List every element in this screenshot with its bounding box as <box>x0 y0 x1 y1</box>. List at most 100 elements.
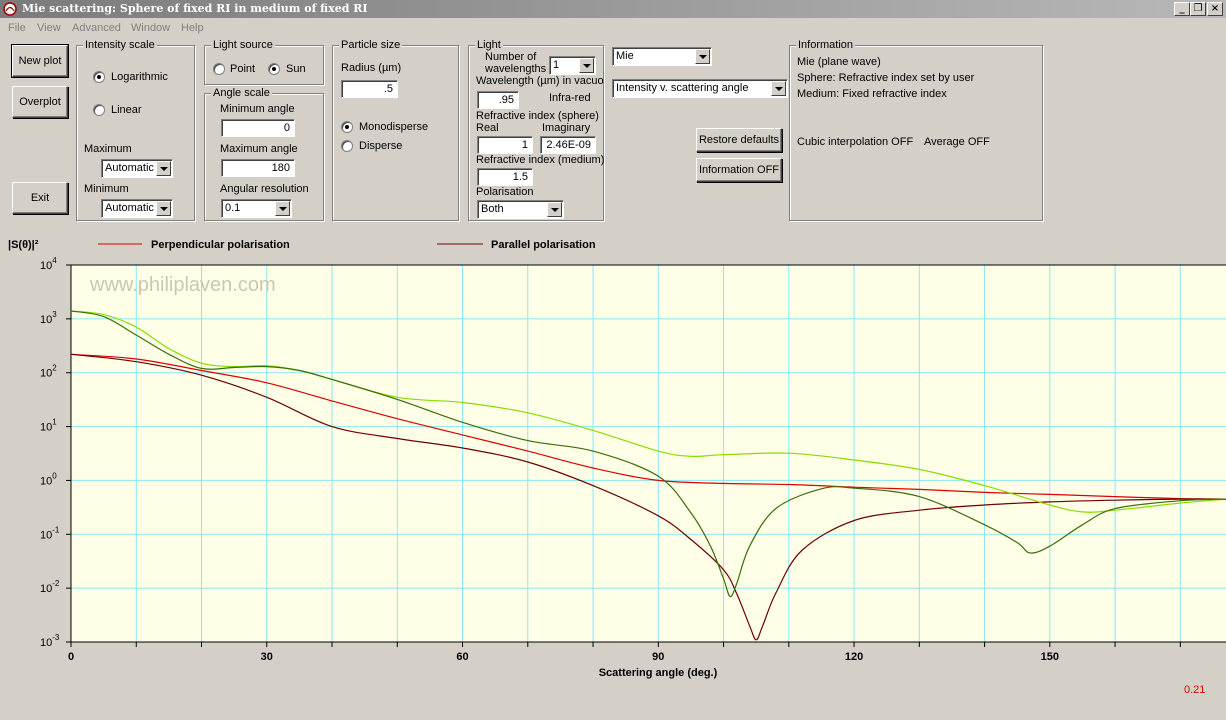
ri-real-input[interactable]: 1 <box>477 136 533 154</box>
minimum-select[interactable]: Automatic <box>101 199 173 218</box>
x-tick-label: 150 <box>1041 651 1059 663</box>
watermark: www.philiplaven.com <box>89 274 276 296</box>
y-tick-label: 10-1 <box>40 525 60 541</box>
chevron-down-icon[interactable] <box>771 81 786 96</box>
y-tick-label: 101 <box>40 418 57 434</box>
intensity-scale-legend: Intensity scale <box>83 39 157 51</box>
light-source-legend: Light source <box>211 39 275 51</box>
angular-resolution-select[interactable]: 0.1 <box>221 199 292 218</box>
information-legend: Information <box>796 39 856 51</box>
polarisation-label: Polarisation <box>476 186 534 198</box>
particle-size-legend: Particle size <box>339 39 403 51</box>
theory-select[interactable]: Mie <box>612 47 712 66</box>
disperse-label: Disperse <box>359 140 403 152</box>
angle-scale-legend: Angle scale <box>211 87 272 99</box>
radius-input[interactable]: .5 <box>341 80 398 98</box>
legend-parallel-label: Parallel polarisation <box>491 239 596 251</box>
x-tick-label: 60 <box>456 651 468 663</box>
num-wavelengths-select[interactable]: 1 <box>549 56 596 75</box>
point-radio[interactable] <box>213 63 225 75</box>
y-tick-label: 103 <box>40 310 57 326</box>
point-label: Point <box>230 63 256 75</box>
imaginary-label: Imaginary <box>542 122 591 134</box>
information-off-button[interactable]: Information OFF <box>696 158 782 182</box>
x-tick-label: 120 <box>845 651 863 663</box>
minimum-label: Minimum <box>84 183 129 195</box>
restore-defaults-button[interactable]: Restore defaults <box>696 128 782 152</box>
ri-medium-label: Refractive index (medium) <box>476 154 605 166</box>
particle-size-group: Particle size Radius (µm) .5 Monodispers… <box>332 39 459 221</box>
title-bar: Mie scattering: Sphere of fixed RI in me… <box>0 0 1226 18</box>
min-angle-label: Minimum angle <box>220 103 295 115</box>
plot-type-select[interactable]: Intensity v. scattering angle <box>612 79 788 98</box>
app-icon <box>3 2 17 16</box>
maximum-label: Maximum <box>84 143 132 155</box>
y-tick-label: 102 <box>40 364 57 380</box>
linear-radio[interactable] <box>93 104 105 116</box>
y-tick-label: 10-3 <box>40 633 60 649</box>
scattering-plot: |S(θ)|² Perpendicular polarisation Paral… <box>8 239 1226 696</box>
info-line-2: Sphere: Refractive index set by user <box>797 72 975 84</box>
menu-file[interactable]: File <box>8 22 26 34</box>
y-axis-label: |S(θ)|² <box>8 239 39 251</box>
x-axis-label: Scattering angle (deg.) <box>599 667 718 679</box>
wavelength-input[interactable]: .95 <box>477 91 519 109</box>
ri-medium-input[interactable]: 1.5 <box>477 168 533 186</box>
info-line-1: Mie (plane wave) <box>797 56 881 68</box>
max-angle-input[interactable]: 180 <box>221 159 295 177</box>
angular-resolution-label: Angular resolution <box>220 183 309 195</box>
information-group: Information Mie (plane wave) Sphere: Ref… <box>789 39 1043 221</box>
disperse-radio[interactable] <box>341 140 353 152</box>
window-title: Mie scattering: Sphere of fixed RI in me… <box>22 2 368 15</box>
max-angle-label: Maximum angle <box>220 143 298 155</box>
legend-perpendicular-label: Perpendicular polarisation <box>151 239 290 251</box>
logarithmic-label: Logarithmic <box>111 71 168 83</box>
cubic-interpolation-status: Cubic interpolation OFF <box>797 136 914 148</box>
linear-label: Linear <box>111 104 142 116</box>
menu-bar: File View Advanced Window Help <box>0 19 1226 37</box>
chevron-down-icon[interactable] <box>156 161 171 176</box>
ri-sphere-label: Refractive index (sphere) <box>476 110 599 122</box>
logarithmic-radio[interactable] <box>93 71 105 83</box>
chevron-down-icon[interactable] <box>547 202 562 217</box>
plot-background <box>71 265 1226 642</box>
chevron-down-icon[interactable] <box>579 58 594 73</box>
x-tick-label: 0 <box>68 651 74 663</box>
sun-radio[interactable] <box>268 63 280 75</box>
real-label: Real <box>476 122 499 134</box>
light-group: Light Number of wavelengths 1 Wavelength… <box>468 39 605 221</box>
status-value: 0.21 <box>1184 684 1205 696</box>
radius-label: Radius (µm) <box>341 62 402 74</box>
intensity-scale-group: Intensity scale Logarithmic Linear Maxim… <box>76 39 195 221</box>
maximum-select[interactable]: Automatic <box>101 159 173 178</box>
ri-imaginary-input[interactable]: 2.46E-09 <box>540 136 596 154</box>
monodisperse-label: Monodisperse <box>359 121 429 133</box>
monodisperse-radio[interactable] <box>341 121 353 133</box>
new-plot-button[interactable]: New plot <box>11 44 69 78</box>
minimize-button[interactable]: _ <box>1174 2 1190 16</box>
menu-window[interactable]: Window <box>131 22 170 34</box>
light-legend: Light <box>475 39 503 51</box>
sun-label: Sun <box>286 63 306 75</box>
x-tick-label: 30 <box>261 651 273 663</box>
menu-help[interactable]: Help <box>181 22 204 34</box>
chevron-down-icon[interactable] <box>695 49 710 64</box>
menu-advanced[interactable]: Advanced <box>72 22 121 34</box>
menu-view[interactable]: View <box>37 22 61 34</box>
num-wavelengths-label-2: wavelengths <box>485 63 547 75</box>
chevron-down-icon[interactable] <box>156 201 171 216</box>
exit-button[interactable]: Exit <box>12 182 68 214</box>
y-tick-label: 100 <box>40 471 57 487</box>
overplot-button[interactable]: Overplot <box>12 86 68 118</box>
min-angle-input[interactable]: 0 <box>221 119 295 137</box>
polarisation-select[interactable]: Both <box>477 200 564 219</box>
chevron-down-icon[interactable] <box>275 201 290 216</box>
angle-scale-group: Angle scale Minimum angle 0 Maximum angl… <box>204 87 324 221</box>
y-tick-label: 10-2 <box>40 579 60 595</box>
plot-area: 0 30 60 90 120 150 10-3 10-2 10-1 100 101 102 103 104 <box>40 256 1226 663</box>
y-tick-label: 104 <box>40 256 57 272</box>
restore-button[interactable]: ❐ <box>1190 2 1206 16</box>
light-source-group: Light source Point Sun <box>204 39 324 85</box>
close-button[interactable]: × <box>1207 2 1223 16</box>
x-tick-label: 90 <box>652 651 664 663</box>
